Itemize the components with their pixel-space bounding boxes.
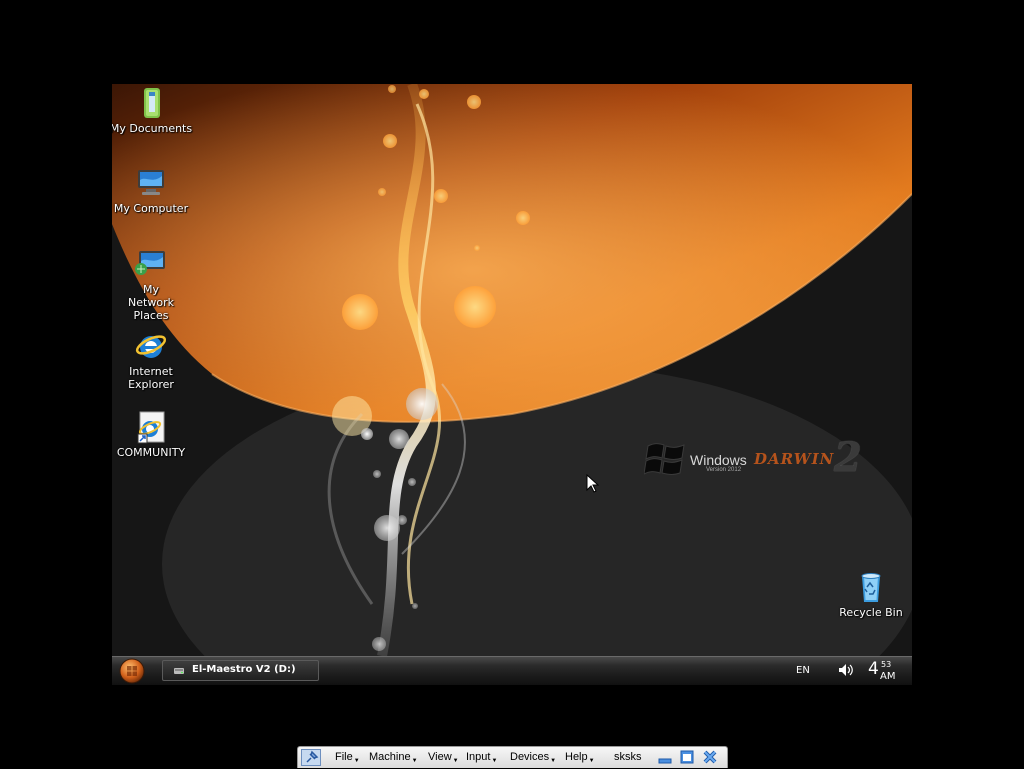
menu-file-label: File	[335, 751, 353, 763]
minimize-button[interactable]	[657, 750, 673, 765]
windows-flag-icon	[644, 443, 685, 475]
recycle-bin-icon	[861, 573, 881, 602]
community-shortcut-icon	[137, 411, 165, 444]
vm-name: sksks	[614, 751, 642, 763]
taskbar: El-Maestro V2 (D:) EN 4 53 AM	[112, 656, 912, 685]
menu-machine[interactable]: Machine▼	[369, 751, 418, 764]
vm-mini-toolbar: File▼ Machine▼ View▼ Input▼ Devices▼ Hel…	[297, 746, 728, 768]
desktop-icon-label: My Network Places	[128, 283, 174, 322]
menu-input-label: Input	[466, 751, 491, 763]
taskbar-item-el-maestro[interactable]: El-Maestro V2 (D:)	[162, 660, 319, 681]
menu-view-label: View	[428, 751, 452, 763]
desktop-icon-label: Internet Explorer	[128, 365, 174, 391]
menu-devices-label: Devices	[510, 751, 550, 763]
menu-view[interactable]: View▼	[428, 751, 459, 764]
taskbar-item-label: El-Maestro V2 (D:)	[192, 664, 296, 675]
computer-icon	[138, 170, 164, 195]
menu-help[interactable]: Help▼	[565, 751, 595, 764]
language-indicator[interactable]: EN	[796, 665, 810, 676]
folder-documents-icon	[144, 88, 160, 118]
host-screen: My Documents My Computer My Network Plac…	[0, 0, 1024, 768]
volume-icon[interactable]	[838, 663, 854, 677]
chevron-down-icon: ▼	[452, 758, 459, 764]
internet-explorer-icon	[135, 335, 167, 358]
desktop-icon-my-network-places[interactable]: My Network Places	[112, 247, 193, 322]
windows-brand-logo: Windows Version 2012 DARWIN 2	[642, 436, 872, 486]
brand-version-text: Version 2012	[706, 467, 742, 473]
restore-button[interactable]	[679, 750, 695, 765]
desktop-icon-label: My Computer	[113, 202, 189, 215]
mouse-cursor-icon	[586, 474, 600, 493]
clock-ampm: AM	[880, 671, 896, 682]
start-button[interactable]	[118, 658, 146, 684]
chevron-down-icon: ▼	[550, 758, 557, 764]
menu-input[interactable]: Input▼	[466, 751, 497, 764]
menu-machine-label: Machine	[369, 751, 411, 763]
desktop-icon-internet-explorer[interactable]: Internet Explorer	[112, 329, 193, 391]
desktop-wallpaper	[112, 84, 912, 656]
guest-desktop[interactable]: My Documents My Computer My Network Plac…	[112, 84, 912, 685]
network-places-icon	[135, 251, 165, 275]
desktop-icon-community[interactable]: COMMUNITY	[112, 410, 193, 459]
desktop-icon-label: COMMUNITY	[116, 446, 186, 459]
brand-number-text: 2	[834, 434, 862, 481]
pin-button[interactable]	[301, 749, 321, 766]
pin-icon	[306, 750, 319, 763]
chevron-down-icon: ▼	[491, 758, 498, 764]
menu-help-label: Help	[565, 751, 588, 763]
desktop-icon-label: My Documents	[112, 122, 193, 135]
desktop-icon-my-documents[interactable]: My Documents	[112, 86, 193, 135]
menu-file[interactable]: File▼	[335, 751, 360, 764]
clock-minute: 53	[881, 660, 892, 669]
desktop-icon-my-computer[interactable]: My Computer	[112, 166, 193, 215]
chevron-down-icon: ▼	[588, 758, 595, 764]
chevron-down-icon: ▼	[353, 758, 360, 764]
chevron-down-icon: ▼	[411, 758, 418, 764]
close-button[interactable]	[702, 750, 718, 765]
drive-icon	[174, 668, 184, 674]
menu-devices[interactable]: Devices▼	[510, 751, 556, 764]
desktop-icon-recycle-bin[interactable]: Recycle Bin	[829, 570, 912, 619]
desktop-icon-label: Recycle Bin	[839, 606, 903, 619]
brand-windows-text: Windows	[690, 452, 747, 468]
brand-name-text: DARWIN	[754, 450, 835, 468]
clock-hour: 4	[868, 659, 879, 679]
